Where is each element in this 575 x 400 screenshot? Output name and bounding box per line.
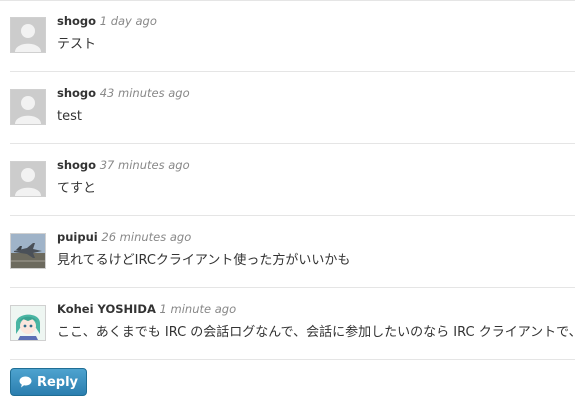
comment-body: てすと	[57, 181, 97, 196]
comment-item: Kohei YOSHIDA 1 minute ago ここ、あくまでも IRC …	[10, 288, 575, 360]
comment-body: test	[57, 109, 82, 124]
comment-author[interactable]: Kohei YOSHIDA	[57, 302, 156, 316]
comment-item: shogo 1 day ago テスト	[10, 0, 575, 72]
comment-time[interactable]: 37 minutes ago	[100, 158, 190, 172]
comment-time[interactable]: 43 minutes ago	[100, 86, 190, 100]
comment-body: 見れてるけどIRCクライアント使った方がいいかも	[57, 253, 351, 268]
comment-meta: puipui 26 minutes ago	[57, 230, 191, 244]
comment-body: ここ、あくまでも IRC の会話ログなんで、会話に参加したいのなら IRC クラ…	[57, 325, 575, 340]
comment-author[interactable]: shogo	[57, 14, 96, 28]
default-avatar-icon[interactable]	[10, 161, 46, 197]
comment-meta: Kohei YOSHIDA 1 minute ago	[57, 302, 236, 316]
comment-meta: shogo 37 minutes ago	[57, 158, 190, 172]
comment-author[interactable]: shogo	[57, 86, 96, 100]
anime-character-avatar[interactable]	[10, 305, 46, 341]
comment-author[interactable]: puipui	[57, 230, 98, 244]
comment-time[interactable]: 26 minutes ago	[101, 230, 191, 244]
comment-item: shogo 37 minutes ago てすと	[10, 144, 575, 216]
reply-button[interactable]: Reply	[10, 368, 87, 396]
comment-body: テスト	[57, 37, 97, 52]
comment-item: shogo 43 minutes ago test	[10, 72, 575, 144]
reply-label: Reply	[36, 374, 79, 390]
comment-list: shogo 1 day ago テスト shogo 43 minutes ago…	[10, 0, 575, 360]
default-avatar-icon[interactable]	[10, 17, 46, 53]
comment-meta: shogo 43 minutes ago	[57, 86, 190, 100]
comment-time[interactable]: 1 minute ago	[160, 302, 237, 316]
comment-item: puipui 26 minutes ago 見れてるけどIRCクライアント使った…	[10, 216, 575, 288]
jet-photo-avatar[interactable]	[10, 233, 46, 269]
comment-meta: shogo 1 day ago	[57, 14, 157, 28]
comment-author[interactable]: shogo	[57, 158, 96, 172]
comment-time[interactable]: 1 day ago	[100, 14, 157, 28]
default-avatar-icon[interactable]	[10, 89, 46, 125]
speech-bubble-icon	[19, 376, 32, 388]
